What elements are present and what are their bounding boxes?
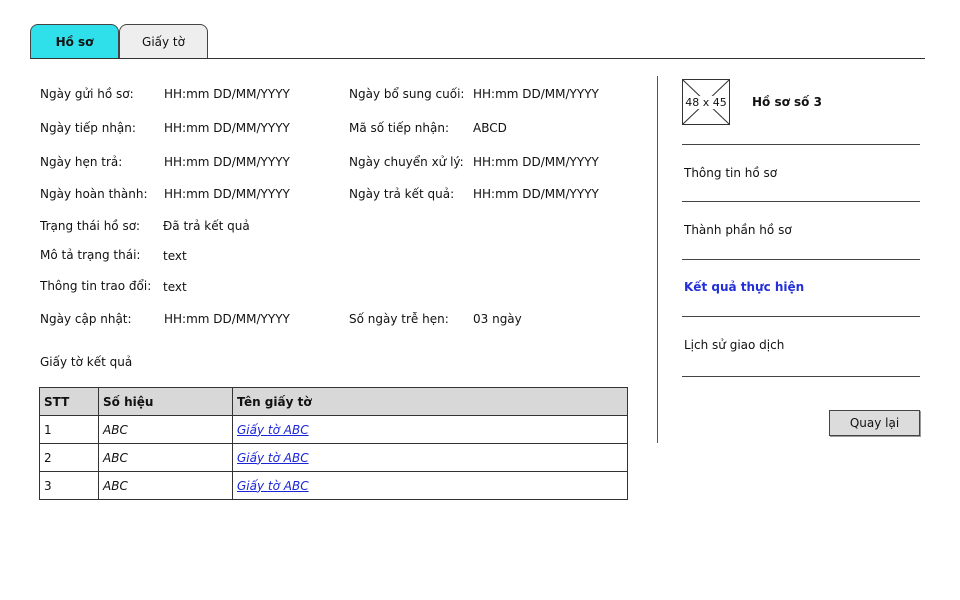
doc-link[interactable]: Giấy tờ ABC <box>237 451 309 465</box>
cell-stt: 1 <box>39 415 99 444</box>
cell-so-hieu: ABC <box>98 471 233 500</box>
ngay-hen-tra-value: HH:mm DD/MM/YYYY <box>164 155 290 169</box>
result-docs-table: STT Số hiệu Tên giấy tờ 1 ABC Giấy tờ AB… <box>39 387 628 500</box>
col-ten-giay-to: Tên giấy tờ <box>232 387 628 416</box>
panel-divider <box>657 76 658 443</box>
ngay-chuyen-value: HH:mm DD/MM/YYYY <box>473 155 599 169</box>
tab-giay-to[interactable]: Giấy tờ <box>119 24 208 58</box>
ma-so-value: ABCD <box>473 121 507 135</box>
panel-separator <box>682 144 920 145</box>
ngay-tiep-nhan-value: HH:mm DD/MM/YYYY <box>164 121 290 135</box>
cell-stt: 2 <box>39 443 99 472</box>
table-row: 2 ABC Giấy tờ ABC <box>39 443 628 472</box>
ngay-gui-label: Ngày gửi hồ sơ: <box>40 87 134 101</box>
panel-item-thong-tin[interactable]: Thông tin hồ sơ <box>684 166 777 180</box>
tab-ho-so-label: Hồ sơ <box>55 34 94 49</box>
cell-so-hieu: ABC <box>98 443 233 472</box>
panel-separator <box>682 201 920 202</box>
panel-separator <box>682 376 920 377</box>
thumbnail-text: 48 x 45 <box>684 95 728 109</box>
trang-thai-label: Trạng thái hồ sơ: <box>40 219 141 233</box>
panel-separator <box>682 259 920 260</box>
result-docs-heading: Giấy tờ kết quả <box>40 355 133 369</box>
mo-ta-label: Mô tả trạng thái: <box>40 248 141 262</box>
ngay-bo-sung-label: Ngày bổ sung cuối: <box>349 87 465 101</box>
trang-thai-value: Đã trả kết quả <box>163 219 250 233</box>
doc-link[interactable]: Giấy tờ ABC <box>237 479 309 493</box>
table-header-row: STT Số hiệu Tên giấy tờ <box>39 387 628 416</box>
ngay-tiep-nhan-label: Ngày tiếp nhận: <box>40 121 136 135</box>
mo-ta-value: text <box>163 249 187 263</box>
ngay-hoan-thanh-value: HH:mm DD/MM/YYYY <box>164 187 290 201</box>
col-stt: STT <box>39 387 99 416</box>
ngay-cap-nhat-label: Ngày cập nhật: <box>40 312 132 326</box>
ngay-bo-sung-value: HH:mm DD/MM/YYYY <box>473 87 599 101</box>
ma-so-label: Mã số tiếp nhận: <box>349 121 449 135</box>
trao-doi-value: text <box>163 280 187 294</box>
record-title: Hồ sơ số 3 <box>752 95 822 109</box>
cell-ten-giay-to: Giấy tờ ABC <box>232 471 628 500</box>
cell-so-hieu: ABC <box>98 415 233 444</box>
back-button-label: Quay lại <box>849 416 900 430</box>
panel-separator <box>682 316 920 317</box>
cell-ten-giay-to: Giấy tờ ABC <box>232 415 628 444</box>
col-so-hieu: Số hiệu <box>98 387 233 416</box>
so-ngay-tre-value: 03 ngày <box>473 312 522 326</box>
tab-ho-so[interactable]: Hồ sơ <box>30 24 119 58</box>
table-row: 3 ABC Giấy tờ ABC <box>39 471 628 500</box>
table-row: 1 ABC Giấy tờ ABC <box>39 415 628 444</box>
cell-stt: 3 <box>39 471 99 500</box>
so-ngay-tre-label: Số ngày trễ hẹn: <box>349 312 449 326</box>
ngay-gui-value: HH:mm DD/MM/YYYY <box>164 87 290 101</box>
thumbnail-placeholder-icon: 48 x 45 <box>682 79 730 125</box>
panel-item-ket-qua[interactable]: Kết quả thực hiện <box>684 280 804 294</box>
ngay-hen-tra-label: Ngày hẹn trả: <box>40 155 123 169</box>
ngay-chuyen-label: Ngày chuyển xử lý: <box>349 155 464 169</box>
ngay-tra-kq-label: Ngày trả kết quả: <box>349 187 455 201</box>
doc-link[interactable]: Giấy tờ ABC <box>237 423 309 437</box>
ngay-tra-kq-value: HH:mm DD/MM/YYYY <box>473 187 599 201</box>
trao-doi-label: Thông tin trao đổi: <box>40 279 152 293</box>
panel-item-lich-su[interactable]: Lịch sử giao dịch <box>684 338 784 352</box>
panel-item-thanh-phan[interactable]: Thành phần hồ sơ <box>684 223 792 237</box>
back-button[interactable]: Quay lại <box>829 410 920 436</box>
ngay-cap-nhat-value: HH:mm DD/MM/YYYY <box>164 312 290 326</box>
ngay-hoan-thanh-label: Ngày hoàn thành: <box>40 187 148 201</box>
tab-divider <box>30 58 925 59</box>
tab-giay-to-label: Giấy tờ <box>142 34 185 49</box>
cell-ten-giay-to: Giấy tờ ABC <box>232 443 628 472</box>
